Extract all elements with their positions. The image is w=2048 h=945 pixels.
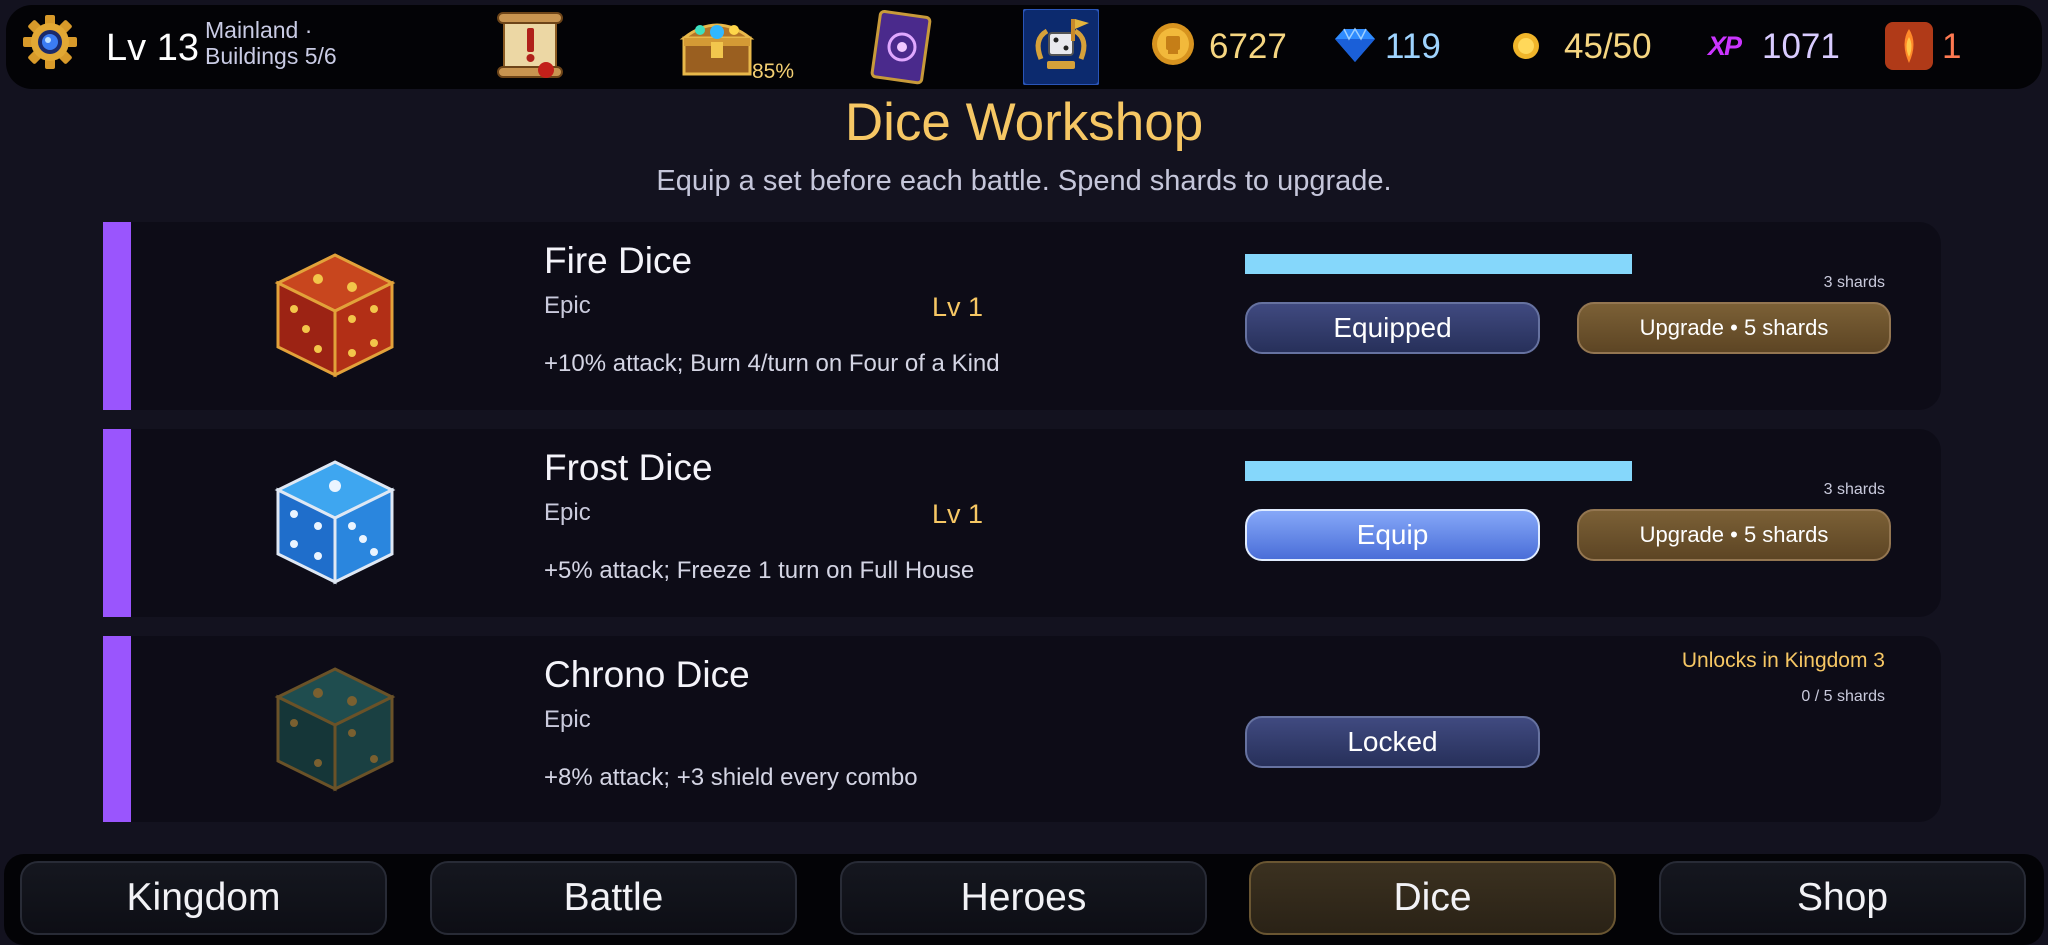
upgrade-button[interactable]: Upgrade • 5 shards bbox=[1577, 302, 1891, 354]
dice-rarity: Epic bbox=[544, 706, 591, 733]
xp-amount: 1071 bbox=[1762, 27, 1840, 66]
dice-card-fire: Fire Dice Epic Lv 1 +10% attack; Burn 4/… bbox=[103, 222, 1941, 410]
location-name: Mainland · bbox=[205, 17, 313, 43]
dice-name: Fire Dice bbox=[544, 240, 693, 281]
settings-gear-icon[interactable] bbox=[22, 14, 78, 70]
dice-card-frost: Frost Dice Epic Lv 1 +5% attack; Freeze … bbox=[103, 429, 1941, 617]
dice-level: Lv 1 bbox=[932, 499, 984, 529]
equip-button[interactable]: Equip bbox=[1245, 509, 1540, 561]
dice-level: Lv 1 bbox=[932, 292, 984, 322]
flame-token-icon bbox=[1885, 22, 1933, 70]
energy-amount: 45/50 bbox=[1564, 27, 1652, 66]
shard-progress-bar bbox=[1245, 254, 1632, 274]
nav-battle[interactable]: Battle bbox=[430, 861, 797, 935]
xp-icon: XP bbox=[1708, 31, 1742, 61]
gem-amount: 119 bbox=[1385, 27, 1441, 66]
player-level: Lv 13 bbox=[106, 27, 199, 69]
leaderboard-trophy-icon[interactable] bbox=[1023, 9, 1099, 85]
nav-heroes[interactable]: Heroes bbox=[840, 861, 1207, 935]
energy-icon bbox=[1513, 33, 1539, 59]
quest-scroll-icon[interactable] bbox=[494, 10, 566, 84]
upgrade-button[interactable]: Upgrade • 5 shards bbox=[1577, 509, 1891, 561]
equipped-button[interactable]: Equipped bbox=[1245, 302, 1540, 354]
dice-rarity: Epic bbox=[544, 499, 591, 526]
spellbook-icon[interactable] bbox=[864, 8, 936, 86]
shard-count: 0 / 5 shards bbox=[1801, 688, 1885, 705]
treasure-chest-icon[interactable] bbox=[678, 10, 756, 80]
fire-dice-icon bbox=[274, 253, 396, 378]
nav-dice[interactable]: Dice bbox=[1249, 861, 1616, 935]
shard-progress-bar bbox=[1245, 461, 1632, 481]
dice-description: +10% attack; Burn 4/turn on Four of a Ki… bbox=[544, 350, 1000, 377]
chest-progress: 85% bbox=[752, 60, 795, 83]
rarity-stripe bbox=[103, 222, 131, 410]
nav-shop[interactable]: Shop bbox=[1659, 861, 2026, 935]
page-title: Dice Workshop bbox=[844, 93, 1204, 152]
dice-description: +8% attack; +3 shield every combo bbox=[544, 764, 918, 791]
buildings-count: Buildings 5/6 bbox=[205, 43, 337, 69]
location-info: Mainland · Buildings 5/6 bbox=[205, 17, 337, 69]
rarity-stripe bbox=[103, 429, 131, 617]
shard-count: 3 shards bbox=[1823, 274, 1885, 291]
rarity-stripe bbox=[103, 636, 131, 822]
dice-name: Frost Dice bbox=[544, 447, 713, 488]
locked-button[interactable]: Locked bbox=[1245, 716, 1540, 768]
flame-amount: 1 bbox=[1942, 27, 1962, 66]
gold-coin-icon bbox=[1152, 23, 1194, 65]
dice-card-chrono: Chrono Dice Epic +8% attack; +3 shield e… bbox=[103, 636, 1941, 822]
dice-rarity: Epic bbox=[544, 292, 591, 319]
chrono-dice-icon bbox=[274, 667, 396, 792]
dice-description: +5% attack; Freeze 1 turn on Full House bbox=[544, 557, 975, 584]
unlock-requirement: Unlocks in Kingdom 3 bbox=[1681, 649, 1885, 672]
gem-icon bbox=[1335, 27, 1375, 62]
shard-count: 3 shards bbox=[1823, 481, 1885, 498]
nav-kingdom[interactable]: Kingdom bbox=[20, 861, 387, 935]
frost-dice-icon bbox=[274, 460, 396, 585]
gold-amount: 6727 bbox=[1209, 27, 1287, 66]
dice-name: Chrono Dice bbox=[544, 654, 750, 695]
page-subtitle: Equip a set before each battle. Spend sh… bbox=[656, 165, 1392, 197]
